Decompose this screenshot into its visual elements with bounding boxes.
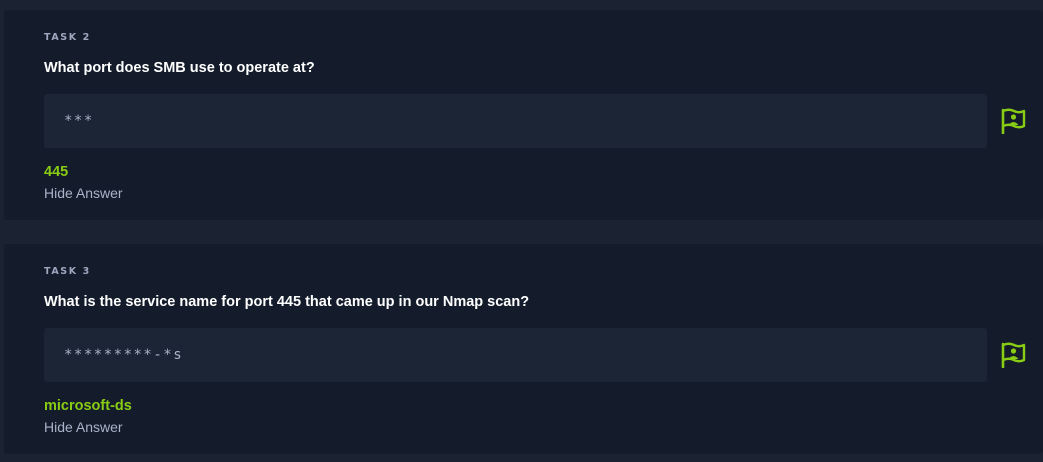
task-number-label: TASK 2 xyxy=(44,32,91,43)
revealed-answer: 445 xyxy=(44,164,69,180)
answer-field[interactable]: *********-*s xyxy=(44,328,987,382)
hide-answer-link[interactable]: Hide Answer xyxy=(44,419,123,435)
task-card: TASK 2 What port does SMB use to operate… xyxy=(4,10,1043,220)
answer-format-mask: *********-*s xyxy=(64,347,184,363)
task-number-label: TASK 3 xyxy=(44,266,91,277)
answer-field[interactable]: *** xyxy=(44,94,987,148)
question-text: What port does SMB use to operate at? xyxy=(44,60,315,76)
answer-format-mask: *** xyxy=(64,113,94,129)
question-text: What is the service name for port 445 th… xyxy=(44,294,530,310)
hide-answer-link[interactable]: Hide Answer xyxy=(44,185,123,201)
task-card: TASK 3 What is the service name for port… xyxy=(4,244,1043,454)
revealed-answer: microsoft-ds xyxy=(44,398,132,414)
task-page: TASK 2 What port does SMB use to operate… xyxy=(0,0,1043,462)
hint-flag-icon[interactable] xyxy=(1000,342,1026,368)
hint-flag-icon[interactable] xyxy=(1000,108,1026,134)
